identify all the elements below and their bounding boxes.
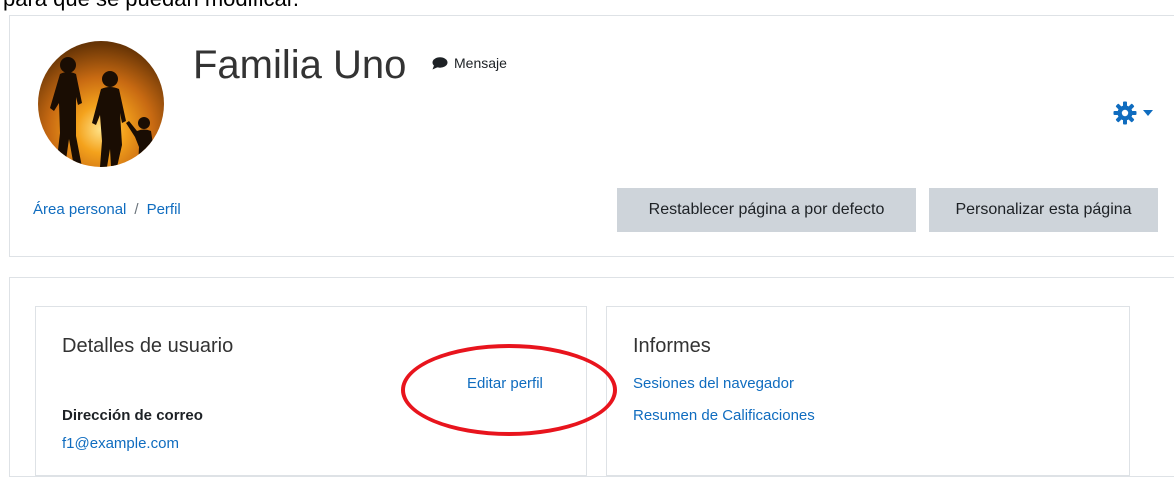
reset-page-button[interactable]: Restablecer página a por defecto bbox=[617, 188, 916, 232]
annotation-ellipse bbox=[401, 344, 617, 436]
user-details-title: Detalles de usuario bbox=[62, 335, 234, 357]
caret-down-icon bbox=[1143, 110, 1153, 116]
customize-page-button[interactable]: Personalizar esta página bbox=[929, 188, 1158, 232]
avatar bbox=[38, 41, 164, 167]
user-full-name: Familia Uno bbox=[193, 43, 407, 87]
settings-menu-toggle[interactable] bbox=[1113, 101, 1153, 125]
email-heading: Dirección de correo bbox=[62, 407, 203, 424]
browser-sessions-link[interactable]: Sesiones del navegador bbox=[633, 375, 794, 392]
breadcrumb-separator: / bbox=[134, 201, 139, 218]
message-label: Mensaje bbox=[454, 55, 507, 71]
speech-bubble-icon bbox=[432, 56, 448, 69]
breadcrumb-item-perfil[interactable]: Perfil bbox=[147, 201, 181, 218]
email-value-link[interactable]: f1@example.com bbox=[62, 435, 179, 452]
breadcrumb: Área personal / Perfil bbox=[33, 201, 181, 218]
breadcrumb-item-area-personal[interactable]: Área personal bbox=[33, 201, 126, 218]
reports-title: Informes bbox=[633, 335, 711, 357]
grades-overview-link[interactable]: Resumen de Calificaciones bbox=[633, 407, 815, 424]
gear-icon bbox=[1113, 101, 1137, 125]
document-text: para que se puedan modificar. bbox=[3, 0, 299, 12]
message-link[interactable]: Mensaje bbox=[432, 55, 507, 71]
